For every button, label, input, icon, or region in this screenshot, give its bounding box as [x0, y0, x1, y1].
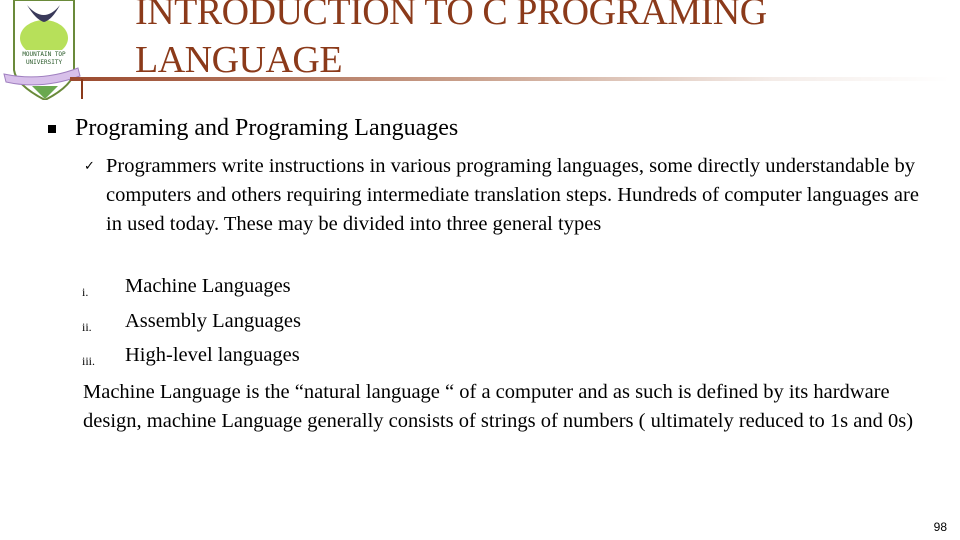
- machine-language-paragraph: Machine Language is the “natural languag…: [83, 381, 914, 432]
- checkmark-bullet-icon: ✓: [84, 158, 95, 173]
- slide-title: INTRODUCTION TO C PROGRAMING LANGUAGE: [135, 0, 767, 81]
- svg-text:UNIVERSITY: UNIVERSITY: [26, 59, 63, 66]
- svg-text:MOUNTAIN TOP: MOUNTAIN TOP: [22, 51, 66, 58]
- list-number: iii.: [82, 354, 96, 368]
- list-number: ii.: [82, 320, 92, 334]
- title-divider: [70, 77, 950, 81]
- university-logo: MOUNTAIN TOP UNIVERSITY: [3, 0, 81, 100]
- title-accent-bar: [81, 79, 83, 99]
- list-item: High-level languages: [125, 344, 300, 366]
- page-number: 98: [933, 520, 947, 534]
- list-item: Assembly Languages: [125, 310, 301, 332]
- section-heading: Programing and Programing Languages: [75, 115, 459, 141]
- list-item: Machine Languages: [125, 275, 291, 297]
- intro-paragraph: Programmers write instructions in variou…: [106, 155, 919, 235]
- square-bullet-icon: [48, 125, 56, 133]
- list-number: i.: [82, 285, 89, 299]
